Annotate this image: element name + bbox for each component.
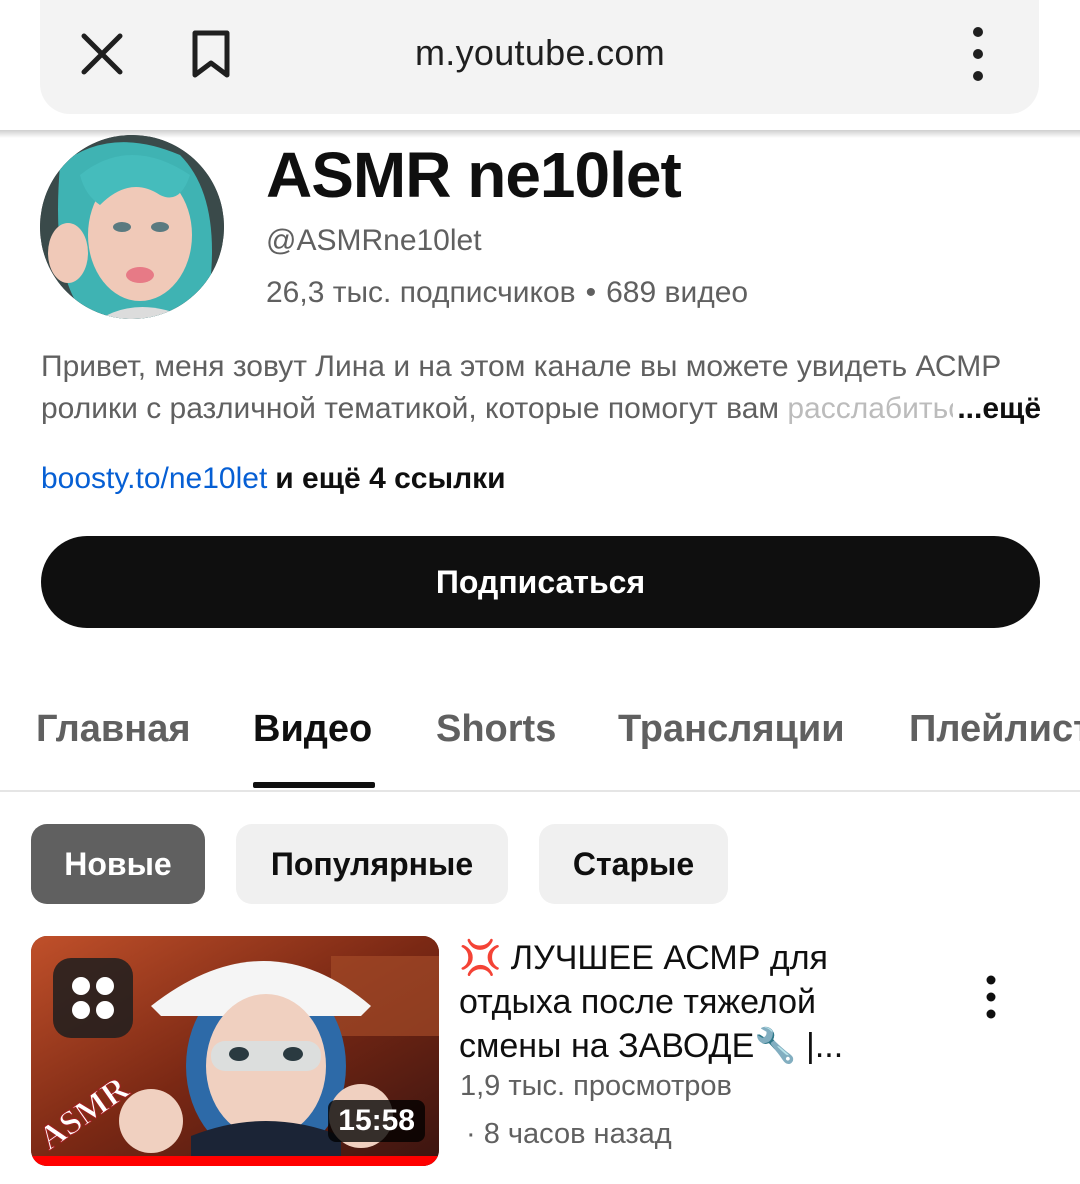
chip-oldest[interactable]: Старые xyxy=(539,824,728,904)
apps-icon xyxy=(53,958,133,1038)
video-age: · 8 часов назад xyxy=(466,1118,672,1150)
video-thumbnail[interactable]: ASMR 15:58 xyxy=(31,936,439,1166)
tab-home[interactable]: Главная xyxy=(36,708,191,751)
description-line: ролики с различной тематикой, которые по… xyxy=(41,388,1041,430)
bookmark-icon[interactable] xyxy=(186,28,236,80)
video-title[interactable]: 💢 ЛУЧШЕЕ АСМР для отдыха после тяжелой с… xyxy=(459,936,879,1068)
close-icon[interactable] xyxy=(74,26,130,82)
description-more-button[interactable]: ...ещё xyxy=(953,388,1041,430)
channel-links: boosty.to/ne10let и ещё 4 ссылки xyxy=(41,462,506,496)
chip-popular[interactable]: Популярные xyxy=(236,824,508,904)
video-count: 689 видео xyxy=(606,276,749,309)
toolbar-shadow xyxy=(0,130,1080,138)
channel-tabs: Главная Видео Shorts Трансляции Плейлист… xyxy=(0,700,1080,792)
channel-description[interactable]: Привет, меня зовут Лина и на этом канале… xyxy=(41,346,1051,430)
url-field[interactable]: m.youtube.com xyxy=(300,32,780,74)
description-text: ролики с различной тематикой, которые по… xyxy=(41,392,788,425)
video-duration: 15:58 xyxy=(328,1100,425,1142)
tab-videos[interactable]: Видео xyxy=(253,708,372,751)
tab-playlists[interactable]: Плейлисты xyxy=(909,708,1080,751)
channel-avatar[interactable] xyxy=(40,135,224,319)
stats-separator: • xyxy=(585,276,597,309)
description-fade-text: расслабиться xyxy=(787,392,980,425)
channel-link[interactable]: boosty.to/ne10let xyxy=(41,462,267,495)
avatar-image xyxy=(40,135,224,319)
description-line: Привет, меня зовут Лина и на этом канале… xyxy=(41,350,1002,383)
subscriber-count: 26,3 тыс. подписчиков xyxy=(266,276,576,309)
video-more-icon[interactable] xyxy=(974,974,1008,1020)
anger-emoji-icon: 💢 xyxy=(459,939,502,977)
channel-stats: 26,3 тыс. подписчиков • 689 видео xyxy=(266,276,748,310)
watch-progress-bar xyxy=(31,1156,439,1166)
more-vert-icon[interactable] xyxy=(958,24,998,84)
channel-handle: @ASMRne10let xyxy=(266,224,482,257)
chip-newest[interactable]: Новые xyxy=(31,824,205,904)
video-title-text: ЛУЧШЕЕ АСМР для отдыха после тяжелой сме… xyxy=(459,939,844,1065)
tab-shorts[interactable]: Shorts xyxy=(436,708,556,751)
more-links-button[interactable]: и ещё 4 ссылки xyxy=(275,462,505,495)
subscribe-button[interactable]: Подписаться xyxy=(41,536,1040,628)
tab-live[interactable]: Трансляции xyxy=(618,708,845,751)
active-tab-indicator xyxy=(253,782,375,788)
channel-title: ASMR ne10let xyxy=(266,139,682,211)
video-views: 1,9 тыс. просмотров xyxy=(460,1070,732,1102)
